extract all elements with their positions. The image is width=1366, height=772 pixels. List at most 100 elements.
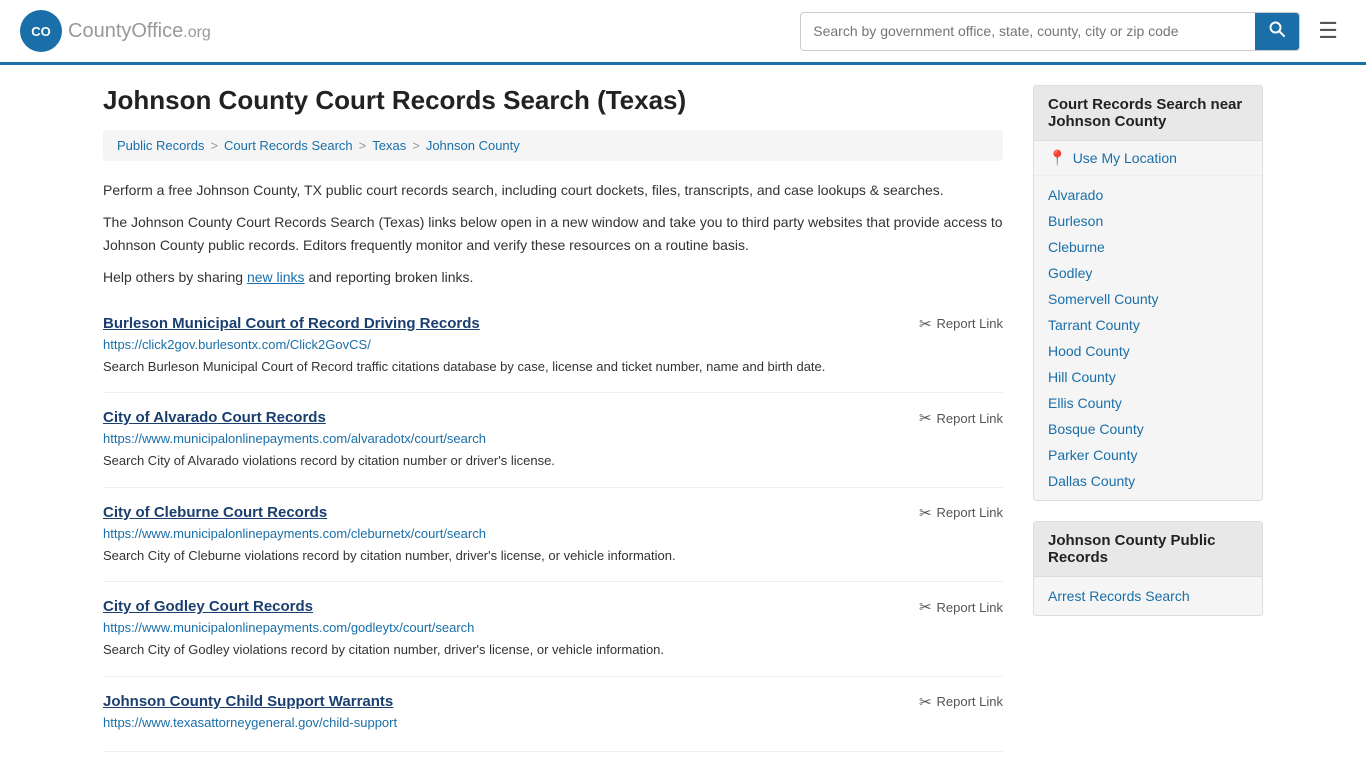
logo-area: CO CountyOffice.org: [20, 10, 211, 52]
sidebar-nearby-link[interactable]: Dallas County: [1048, 473, 1135, 489]
record-item: City of Alvarado Court Records ✂ Report …: [103, 393, 1003, 488]
report-link[interactable]: ✂ Report Link: [919, 504, 1003, 522]
desc3-suffix: and reporting broken links.: [305, 269, 474, 285]
breadcrumb-sep-1: >: [210, 138, 218, 153]
logo-suffix: .org: [183, 24, 211, 41]
record-header: City of Godley Court Records ✂ Report Li…: [103, 598, 1003, 616]
sidebar-section-public-records: Johnson County Public Records Arrest Rec…: [1033, 521, 1263, 616]
record-header: Burleson Municipal Court of Record Drivi…: [103, 315, 1003, 333]
record-desc: Search City of Alvarado violations recor…: [103, 451, 1003, 471]
record-title: Burleson Municipal Court of Record Drivi…: [103, 315, 480, 332]
main-content: Johnson County Court Records Search (Tex…: [103, 85, 1003, 752]
record-desc: Search City of Godley violations record …: [103, 640, 1003, 660]
report-link[interactable]: ✂ Report Link: [919, 315, 1003, 333]
use-location[interactable]: 📍 Use My Location: [1034, 141, 1262, 176]
sidebar-public-records-link[interactable]: Arrest Records Search: [1048, 588, 1190, 604]
records-list: Burleson Municipal Court of Record Drivi…: [103, 299, 1003, 752]
report-icon: ✂: [919, 315, 932, 333]
description-1: Perform a free Johnson County, TX public…: [103, 179, 1003, 201]
sidebar-nearby-item: Parker County: [1034, 442, 1262, 468]
sidebar-nearby-link[interactable]: Parker County: [1048, 447, 1137, 463]
header: CO CountyOffice.org ☰: [0, 0, 1366, 65]
search-input[interactable]: [801, 15, 1255, 47]
sidebar-section-nearby: Court Records Search near Johnson County…: [1033, 85, 1263, 501]
report-link[interactable]: ✂ Report Link: [919, 409, 1003, 427]
sidebar-section-nearby-title: Court Records Search near Johnson County: [1034, 86, 1262, 141]
sidebar-nearby-item: Ellis County: [1034, 390, 1262, 416]
sidebar-nearby-link[interactable]: Godley: [1048, 265, 1092, 281]
description-3: Help others by sharing new links and rep…: [103, 266, 1003, 288]
record-link[interactable]: City of Godley Court Records: [103, 598, 313, 615]
report-icon: ✂: [919, 409, 932, 427]
record-title: City of Cleburne Court Records: [103, 504, 327, 521]
record-link[interactable]: City of Cleburne Court Records: [103, 504, 327, 521]
breadcrumb-johnson-county[interactable]: Johnson County: [426, 138, 520, 153]
sidebar: Court Records Search near Johnson County…: [1033, 85, 1263, 752]
sidebar-nearby-item: Hood County: [1034, 338, 1262, 364]
record-url: https://click2gov.burlesontx.com/Click2G…: [103, 337, 1003, 352]
record-link[interactable]: Burleson Municipal Court of Record Drivi…: [103, 315, 480, 332]
breadcrumb-sep-3: >: [412, 138, 420, 153]
header-right: ☰: [800, 12, 1346, 51]
logo-icon: CO: [20, 10, 62, 52]
sidebar-nearby-item: Hill County: [1034, 364, 1262, 390]
breadcrumb: Public Records > Court Records Search > …: [103, 130, 1003, 161]
sidebar-nearby-link[interactable]: Bosque County: [1048, 421, 1144, 437]
public-records-list: Arrest Records Search: [1034, 577, 1262, 615]
breadcrumb-court-records-search[interactable]: Court Records Search: [224, 138, 353, 153]
report-label: Report Link: [937, 694, 1003, 709]
record-url: https://www.municipalonlinepayments.com/…: [103, 431, 1003, 446]
report-label: Report Link: [937, 600, 1003, 615]
sidebar-section-public-records-title: Johnson County Public Records: [1034, 522, 1262, 577]
report-link[interactable]: ✂ Report Link: [919, 598, 1003, 616]
record-title: Johnson County Child Support Warrants: [103, 693, 393, 710]
logo-text: CountyOffice.org: [68, 20, 211, 43]
record-header: City of Cleburne Court Records ✂ Report …: [103, 504, 1003, 522]
sidebar-nearby-link[interactable]: Hill County: [1048, 369, 1116, 385]
record-desc: Search City of Cleburne violations recor…: [103, 546, 1003, 566]
sidebar-nearby-link[interactable]: Ellis County: [1048, 395, 1122, 411]
breadcrumb-texas[interactable]: Texas: [372, 138, 406, 153]
new-links-link[interactable]: new links: [247, 269, 305, 285]
page-content: Johnson County Court Records Search (Tex…: [83, 65, 1283, 772]
record-desc: Search Burleson Municipal Court of Recor…: [103, 357, 1003, 377]
report-link[interactable]: ✂ Report Link: [919, 693, 1003, 711]
description-2: The Johnson County Court Records Search …: [103, 211, 1003, 256]
svg-text:CO: CO: [31, 24, 51, 39]
record-link[interactable]: City of Alvarado Court Records: [103, 409, 326, 426]
record-header: City of Alvarado Court Records ✂ Report …: [103, 409, 1003, 427]
sidebar-nearby-link[interactable]: Tarrant County: [1048, 317, 1140, 333]
page-title: Johnson County Court Records Search (Tex…: [103, 85, 1003, 116]
record-item: Johnson County Child Support Warrants ✂ …: [103, 677, 1003, 752]
search-button[interactable]: [1255, 13, 1299, 50]
search-bar: [800, 12, 1300, 51]
report-icon: ✂: [919, 693, 932, 711]
record-header: Johnson County Child Support Warrants ✂ …: [103, 693, 1003, 711]
sidebar-nearby-link[interactable]: Hood County: [1048, 343, 1130, 359]
nearby-list: Alvarado Burleson Cleburne Godley Somervell …: [1034, 176, 1262, 500]
record-url: https://www.texasattorneygeneral.gov/chi…: [103, 715, 1003, 730]
breadcrumb-public-records[interactable]: Public Records: [117, 138, 204, 153]
sidebar-public-records-item: Arrest Records Search: [1034, 583, 1262, 609]
sidebar-nearby-item: Dallas County: [1034, 468, 1262, 494]
sidebar-nearby-item: Bosque County: [1034, 416, 1262, 442]
record-item: Burleson Municipal Court of Record Drivi…: [103, 299, 1003, 394]
record-title: City of Godley Court Records: [103, 598, 313, 615]
use-location-link[interactable]: Use My Location: [1073, 150, 1177, 166]
report-label: Report Link: [937, 316, 1003, 331]
sidebar-nearby-link[interactable]: Alvarado: [1048, 187, 1103, 203]
report-label: Report Link: [937, 411, 1003, 426]
record-title: City of Alvarado Court Records: [103, 409, 326, 426]
sidebar-nearby-link[interactable]: Cleburne: [1048, 239, 1105, 255]
record-url: https://www.municipalonlinepayments.com/…: [103, 620, 1003, 635]
report-icon: ✂: [919, 504, 932, 522]
sidebar-nearby-item: Alvarado: [1034, 182, 1262, 208]
sidebar-nearby-link[interactable]: Somervell County: [1048, 291, 1159, 307]
sidebar-nearby-item: Burleson: [1034, 208, 1262, 234]
hamburger-button[interactable]: ☰: [1310, 14, 1346, 48]
sidebar-nearby-link[interactable]: Burleson: [1048, 213, 1103, 229]
sidebar-nearby-item: Godley: [1034, 260, 1262, 286]
pin-icon: 📍: [1048, 149, 1067, 167]
record-link[interactable]: Johnson County Child Support Warrants: [103, 693, 393, 710]
desc3-prefix: Help others by sharing: [103, 269, 247, 285]
